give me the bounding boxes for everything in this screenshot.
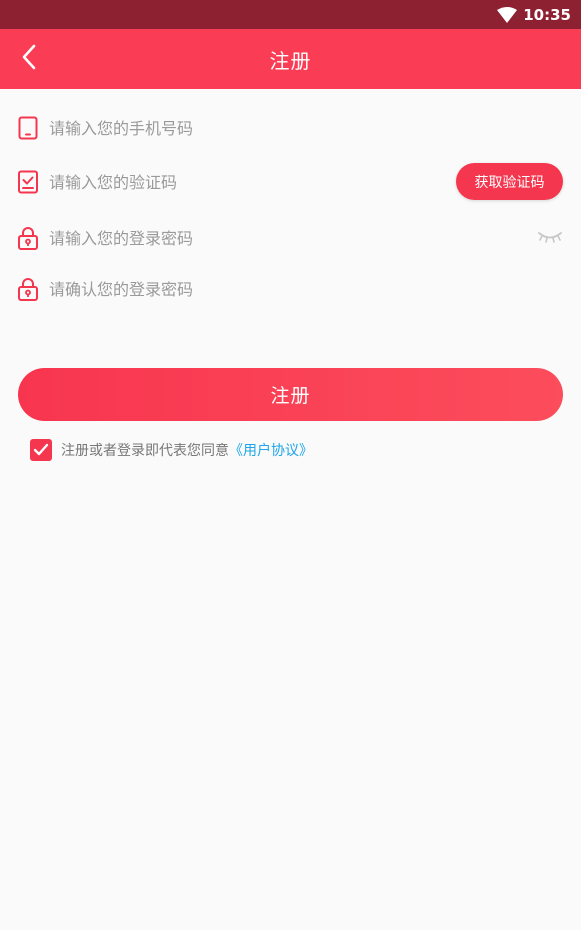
password-input[interactable] (49, 222, 389, 254)
user-agreement-link[interactable]: 《用户协议》 (229, 440, 313, 460)
back-button[interactable] (14, 44, 44, 74)
confirm-password-row (0, 267, 581, 311)
agreement-checkbox[interactable] (30, 439, 52, 461)
code-icon (17, 170, 39, 194)
lock-icon (17, 226, 39, 250)
register-button[interactable]: 注册 (18, 368, 563, 421)
wifi-icon (497, 6, 518, 23)
agreement-row: 注册或者登录即代表您同意 《用户协议》 (30, 438, 313, 462)
confirm-password-input[interactable] (49, 273, 429, 305)
page-title: 注册 (269, 48, 312, 73)
code-input[interactable] (49, 166, 389, 198)
code-row: 获取验证码 (0, 160, 581, 204)
agreement-text: 注册或者登录即代表您同意 (61, 443, 229, 459)
get-code-button[interactable]: 获取验证码 (456, 163, 563, 200)
back-arrow-icon (21, 44, 37, 74)
status-time: 10:35 (523, 5, 571, 24)
phone-icon (17, 116, 39, 140)
app-bar: 注册 (0, 29, 581, 89)
status-bar: 10:35 (0, 0, 581, 29)
phone-input[interactable] (49, 112, 429, 144)
phone-row (0, 106, 581, 150)
password-row (0, 216, 581, 260)
eye-closed-icon[interactable] (537, 226, 563, 248)
lock-icon (17, 277, 39, 301)
